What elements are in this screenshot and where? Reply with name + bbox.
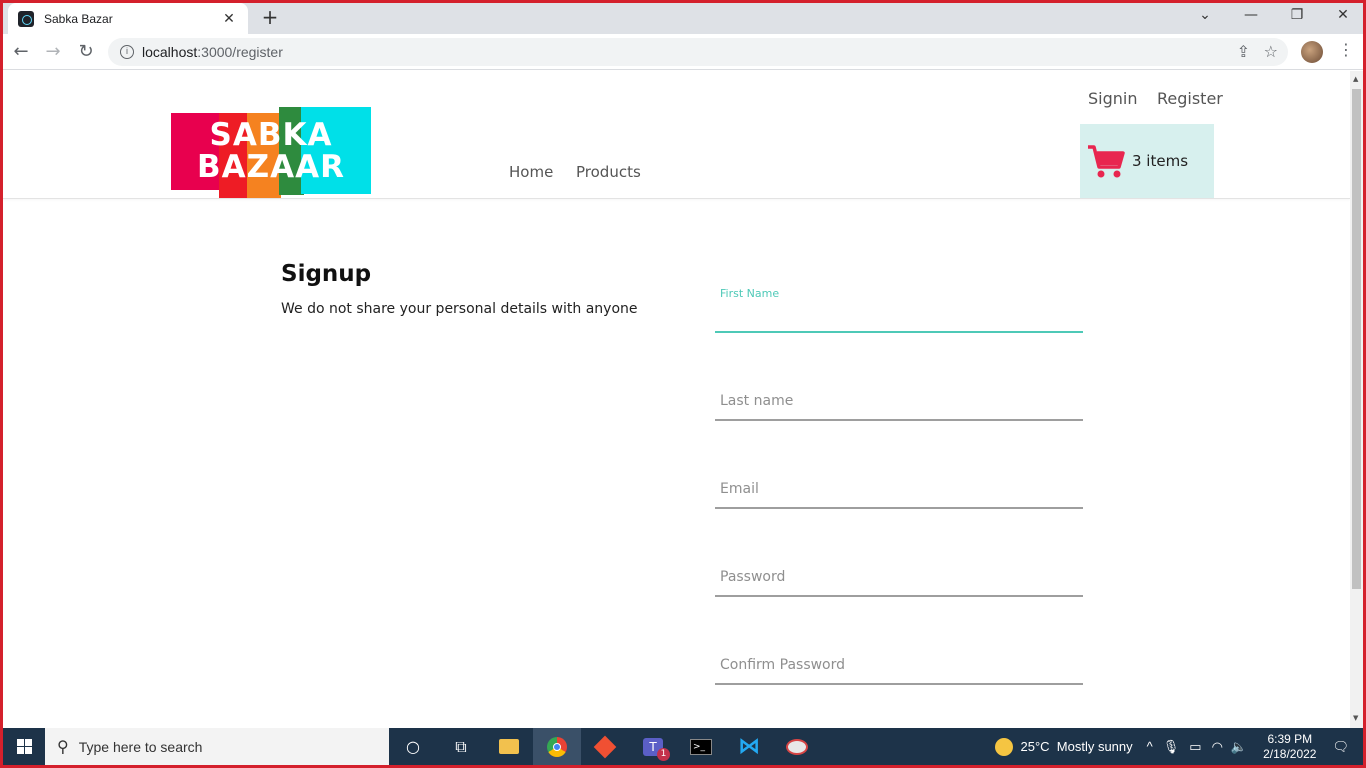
page-title: Signup	[281, 261, 372, 287]
profile-avatar[interactable]	[1301, 41, 1323, 63]
microphone-icon[interactable]: 🎙	[1163, 739, 1180, 755]
signup-subtitle: We do not share your personal details wi…	[281, 301, 638, 317]
forward-arrow-icon[interactable]: →	[41, 41, 65, 63]
cortana-icon[interactable]: ○	[389, 728, 437, 765]
tray-chevron-icon[interactable]: ^	[1147, 739, 1153, 754]
task-view-icon[interactable]: ⧉	[437, 728, 485, 765]
cart-item-count: 3 items	[1132, 152, 1189, 170]
new-tab-button[interactable]: +	[258, 5, 282, 29]
system-tray: 25°C Mostly sunny ^ 🎙 ▭ ◠ 🔈 6:39 PM 2/18…	[994, 728, 1364, 765]
first-name-label: First Name	[720, 287, 780, 300]
url-text[interactable]: localhost:3000/register	[142, 44, 283, 60]
browser-tab-strip: Sabka Bazar ✕ + ⌄ — ❐ ✕	[0, 0, 1366, 34]
git-icon[interactable]	[581, 728, 629, 765]
teams-icon[interactable]: T1	[629, 728, 677, 765]
page-scrollbar[interactable]: ▲ ▼	[1350, 71, 1363, 728]
page-viewport: SABKA BAZAAR Signin Register Home Product…	[3, 71, 1350, 728]
last-name-placeholder: Last name	[720, 393, 794, 409]
battery-icon[interactable]: ▭	[1189, 739, 1201, 755]
email-field[interactable]: Email	[715, 469, 1083, 509]
sabka-bazaar-logo[interactable]: SABKA BAZAAR	[171, 107, 371, 198]
browser-tab[interactable]: Sabka Bazar ✕	[8, 3, 248, 34]
address-bar[interactable]: i localhost:3000/register ⇪ ☆	[108, 38, 1288, 66]
back-arrow-icon[interactable]: ←	[9, 41, 33, 63]
react-favicon-icon	[18, 10, 34, 27]
scrollbar-thumb[interactable]	[1352, 89, 1361, 589]
restore-button[interactable]: ❐	[1274, 4, 1320, 28]
password-field[interactable]: Password	[715, 557, 1083, 597]
nav-home-link[interactable]: Home	[509, 163, 553, 181]
site-info-icon[interactable]: i	[120, 45, 134, 59]
weather-sun-icon[interactable]	[994, 737, 1013, 756]
share-icon[interactable]: ⇪	[1237, 42, 1250, 61]
cart-icon	[1088, 145, 1125, 178]
confirm-password-field[interactable]: Confirm Password	[715, 645, 1083, 685]
confirm-password-placeholder: Confirm Password	[720, 657, 846, 673]
reload-icon[interactable]: ↻	[74, 41, 98, 63]
terminal-icon[interactable]: >_	[677, 728, 725, 765]
start-button[interactable]	[3, 728, 45, 765]
close-window-button[interactable]: ✕	[1320, 4, 1366, 28]
bookmark-star-icon[interactable]: ☆	[1264, 42, 1278, 61]
email-placeholder: Email	[720, 481, 759, 497]
scroll-down-icon[interactable]: ▼	[1353, 714, 1358, 722]
minimize-button[interactable]: —	[1228, 4, 1274, 28]
notifications-icon[interactable]: 🗨	[1332, 739, 1349, 755]
weather-text[interactable]: 25°C Mostly sunny	[1021, 739, 1133, 754]
taskbar-search[interactable]: ⚲ Type here to search	[45, 728, 389, 765]
chrome-icon[interactable]	[533, 728, 581, 765]
chrome-menu-icon[interactable]: ⋮	[1338, 40, 1354, 59]
taskbar-search-placeholder: Type here to search	[78, 738, 203, 755]
file-explorer-icon[interactable]	[485, 728, 533, 765]
tab-title: Sabka Bazar	[44, 11, 113, 26]
nav-products-link[interactable]: Products	[576, 163, 641, 181]
first-name-field[interactable]: First Name	[715, 287, 1083, 333]
clock-time: 6:39 PM	[1267, 731, 1313, 746]
vscode-icon[interactable]: ⋈	[725, 728, 773, 765]
windows-logo-icon	[16, 739, 32, 754]
register-link[interactable]: Register	[1157, 89, 1223, 108]
taskbar-clock[interactable]: 6:39 PM 2/18/2022	[1263, 732, 1316, 762]
tab-close-icon[interactable]: ✕	[220, 11, 238, 27]
scroll-up-icon[interactable]: ▲	[1353, 75, 1358, 83]
snipping-tool-icon[interactable]	[773, 728, 821, 765]
wifi-icon[interactable]: ◠	[1212, 739, 1223, 755]
signin-link[interactable]: Signin	[1088, 89, 1137, 108]
search-icon: ⚲	[57, 737, 69, 756]
site-header: SABKA BAZAAR Signin Register Home Product…	[3, 71, 1350, 199]
password-placeholder: Password	[720, 569, 786, 585]
first-name-input[interactable]	[715, 305, 1083, 331]
volume-icon[interactable]: 🔈	[1231, 739, 1247, 755]
browser-toolbar: ← → ↻ i localhost:3000/register ⇪ ☆	[0, 34, 1366, 70]
last-name-field[interactable]: Last name	[715, 381, 1083, 421]
windows-taskbar: ⚲ Type here to search ○ ⧉ T1 >_ ⋈ 25°C M…	[3, 728, 1363, 765]
cart-button[interactable]: 3 items	[1080, 124, 1214, 198]
clock-date: 2/18/2022	[1263, 746, 1317, 761]
teams-badge: 1	[657, 748, 670, 761]
tab-search-button[interactable]: ⌄	[1182, 4, 1228, 28]
